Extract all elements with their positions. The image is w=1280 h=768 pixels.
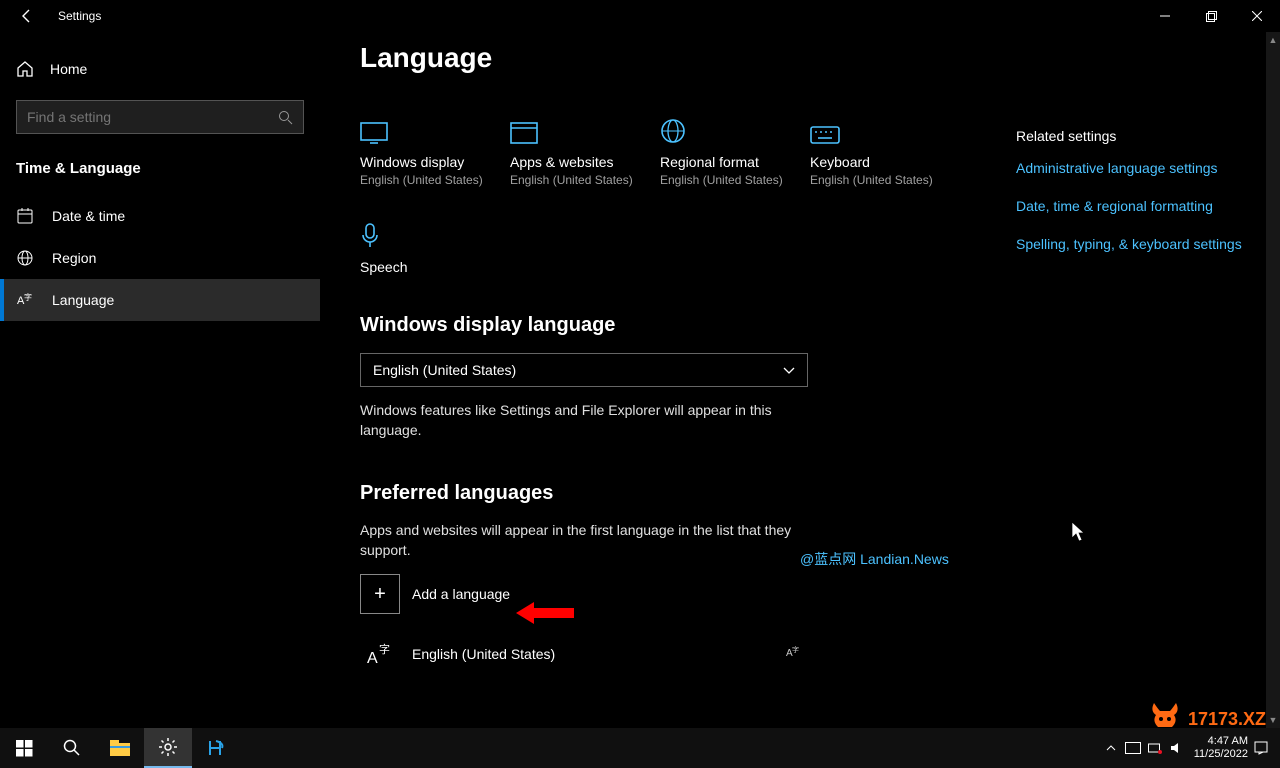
plus-icon: + [360, 574, 400, 614]
card-title: Windows display [360, 154, 510, 170]
card-title: Keyboard [810, 154, 960, 170]
language-icon: A字 [16, 291, 34, 309]
taskbar-settings[interactable] [144, 728, 192, 768]
sidebar-section-label: Time & Language [0, 152, 320, 195]
card-title: Speech [360, 259, 510, 275]
link-date-time-regional[interactable]: Date, time & regional formatting [1016, 198, 1246, 214]
apps-icon [510, 108, 660, 144]
main-content: Language Windows display English (United… [320, 32, 1280, 728]
search-box[interactable] [16, 100, 304, 134]
card-title: Regional format [660, 154, 810, 170]
tray-notifications-icon[interactable] [1250, 741, 1272, 755]
add-language-label: Add a language [412, 586, 510, 602]
home-label: Home [50, 61, 87, 77]
clock-icon [16, 207, 34, 225]
overview-cards: Windows display English (United States) … [360, 100, 1000, 296]
taskbar: 4:47 AM 11/25/2022 [0, 728, 1280, 768]
sidebar-item-region[interactable]: Region [0, 237, 320, 279]
system-tray: 4:47 AM 11/25/2022 [1100, 735, 1280, 760]
scroll-up-icon[interactable]: ▲ [1266, 32, 1280, 48]
language-glyph-icon: A字 [360, 634, 400, 674]
home-icon [16, 60, 34, 78]
region-icon [660, 108, 810, 144]
add-language-button[interactable]: + Add a language [360, 574, 1240, 614]
start-button[interactable] [0, 728, 48, 768]
sidebar-item-label: Region [52, 250, 96, 266]
sidebar-item-label: Date & time [52, 208, 125, 224]
svg-text:字: 字 [24, 292, 32, 302]
minimize-button[interactable] [1142, 0, 1188, 32]
preferred-languages-help: Apps and websites will appear in the fir… [360, 521, 800, 560]
tray-volume-icon[interactable] [1166, 742, 1188, 754]
globe-icon [16, 249, 34, 267]
display-icon [360, 108, 510, 144]
clock-time: 4:47 AM [1194, 735, 1248, 748]
back-button[interactable] [16, 5, 38, 27]
sidebar: Home Time & Language Date & time Region … [0, 32, 320, 728]
display-language-heading: Windows display language [360, 314, 1240, 337]
close-button[interactable] [1234, 0, 1280, 32]
chevron-down-icon [783, 362, 795, 378]
taskbar-app[interactable] [192, 728, 240, 768]
preferred-languages-heading: Preferred languages [360, 482, 1240, 505]
language-badge-icon: A字 [786, 645, 800, 664]
tray-network-icon[interactable] [1144, 742, 1166, 754]
card-subtitle: English (United States) [660, 173, 810, 187]
card-keyboard[interactable]: Keyboard English (United States) [810, 100, 960, 205]
tray-keyboard-icon[interactable] [1122, 742, 1144, 754]
taskbar-search[interactable] [48, 728, 96, 768]
related-heading: Related settings [1016, 128, 1246, 144]
window-title: Settings [58, 9, 101, 23]
page-title: Language [360, 42, 1240, 74]
dropdown-value: English (United States) [373, 362, 516, 378]
scrollbar[interactable]: ▲ ▼ [1266, 32, 1280, 728]
taskbar-clock[interactable]: 4:47 AM 11/25/2022 [1194, 735, 1248, 760]
svg-text:字: 字 [792, 645, 799, 654]
card-speech[interactable]: Speech [360, 205, 510, 296]
card-subtitle: English (United States) [810, 173, 960, 187]
display-language-help: Windows features like Settings and File … [360, 401, 800, 440]
language-name: English (United States) [412, 646, 555, 662]
keyboard-icon [810, 108, 960, 144]
sidebar-item-date-time[interactable]: Date & time [0, 195, 320, 237]
tray-chevron-icon[interactable] [1100, 744, 1122, 752]
microphone-icon [360, 213, 510, 249]
language-item[interactable]: A字 English (United States) A字 [360, 630, 808, 678]
search-icon [278, 110, 293, 125]
svg-text:A: A [367, 650, 378, 667]
link-spelling-typing[interactable]: Spelling, typing, & keyboard settings [1016, 236, 1246, 252]
card-subtitle: English (United States) [510, 173, 660, 187]
display-language-dropdown[interactable]: English (United States) [360, 353, 808, 387]
search-input[interactable] [27, 109, 278, 125]
card-apps-websites[interactable]: Apps & websites English (United States) [510, 100, 660, 205]
related-settings-pane: Related settings Administrative language… [1016, 128, 1246, 274]
card-subtitle: English (United States) [360, 173, 510, 187]
clock-date: 11/25/2022 [1194, 748, 1248, 761]
svg-text:字: 字 [379, 642, 390, 656]
home-nav[interactable]: Home [0, 50, 320, 88]
card-regional-format[interactable]: Regional format English (United States) [660, 100, 810, 205]
card-title: Apps & websites [510, 154, 660, 170]
sidebar-item-label: Language [52, 292, 114, 308]
link-administrative[interactable]: Administrative language settings [1016, 160, 1246, 176]
maximize-button[interactable] [1188, 0, 1234, 32]
scroll-down-icon[interactable]: ▼ [1266, 712, 1280, 728]
titlebar: Settings [0, 0, 1280, 32]
taskbar-explorer[interactable] [96, 728, 144, 768]
card-windows-display[interactable]: Windows display English (United States) [360, 100, 510, 205]
sidebar-item-language[interactable]: A字 Language [0, 279, 320, 321]
